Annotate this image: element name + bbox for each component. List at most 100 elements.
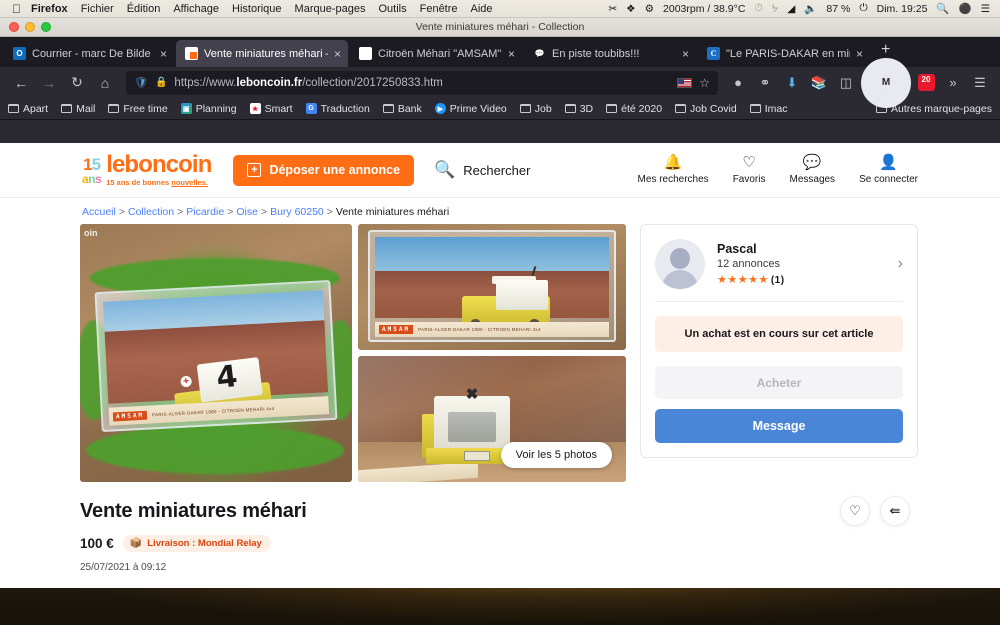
- breadcrumb-accueil[interactable]: Accueil: [82, 206, 116, 218]
- notification-center-icon[interactable]: ☰: [981, 3, 990, 15]
- search-button[interactable]: 🔍 Rechercher: [434, 160, 530, 180]
- bluetooth-icon[interactable]: ᔭ: [772, 3, 779, 15]
- sensor-reading[interactable]: 2003rpm / 38.9°C: [663, 3, 745, 15]
- battery-percent[interactable]: 87 %: [826, 3, 850, 15]
- reload-button[interactable]: ↻: [64, 70, 90, 96]
- translate-icon: G: [305, 103, 317, 114]
- bookmark-imac[interactable]: Imac: [749, 103, 788, 115]
- tab-en-piste-toubibs[interactable]: 💬 En piste toubibs!!! ×: [524, 40, 696, 67]
- folder-icon: [749, 104, 761, 113]
- nav-favoris[interactable]: ♡ Favoris: [733, 155, 766, 185]
- message-button[interactable]: Message: [655, 409, 903, 443]
- apple-menu-icon[interactable]: : [12, 3, 21, 15]
- home-button[interactable]: ⌂: [92, 70, 118, 96]
- tab-label: Courrier - marc De Bilde - Outlo: [32, 47, 154, 60]
- adblock-icon[interactable]: 20: [914, 71, 938, 95]
- folder-icon: [675, 104, 687, 113]
- bookmark-smart[interactable]: ★ Smart: [249, 103, 293, 115]
- menu-item-historique[interactable]: Historique: [232, 3, 282, 15]
- siri-icon[interactable]: ⚫: [959, 2, 972, 15]
- see-all-photos-button[interactable]: Voir les 5 photos: [500, 442, 612, 468]
- favorite-button[interactable]: ♡: [840, 496, 870, 526]
- extension-icon[interactable]: ●: [726, 71, 750, 95]
- main-photo[interactable]: + 4 AMSAM PARIS-ALGER-DAKAR 1980 - CITRO…: [80, 224, 352, 482]
- bookmark-free-time[interactable]: Free time: [108, 103, 168, 115]
- downloads-icon[interactable]: ⬇: [780, 71, 804, 95]
- menu-item-edition[interactable]: Édition: [127, 3, 161, 15]
- volume-icon[interactable]: 🔈: [804, 2, 817, 15]
- close-tab-icon[interactable]: ×: [160, 48, 167, 60]
- timemachine-icon[interactable]: ⏱: [754, 2, 762, 15]
- breadcrumb-collection[interactable]: Collection: [128, 206, 174, 218]
- spotlight-search-icon[interactable]: 🔍: [936, 2, 949, 15]
- nav-mes-recherches[interactable]: 🔔 Mes recherches: [638, 155, 709, 185]
- post-ad-button[interactable]: + Déposer une annonce: [233, 154, 415, 186]
- site-icon: ★: [249, 103, 261, 114]
- menu-item-fenetre[interactable]: Fenêtre: [420, 3, 458, 15]
- divider: [655, 301, 903, 302]
- clock[interactable]: Dim. 19:25: [877, 3, 928, 15]
- buy-button[interactable]: Acheter: [655, 366, 903, 399]
- thumbnail-photo-2[interactable]: AMSAM PARIS-ALGER-DAKAR 1980 - CITROEN M…: [358, 224, 626, 350]
- menu-item-outils[interactable]: Outils: [378, 3, 406, 15]
- bookmark-prime-video[interactable]: ▶ Prime Video: [434, 103, 507, 115]
- breadcrumb-oise[interactable]: Oise: [236, 206, 258, 218]
- nav-se-connecter[interactable]: 👤 Se connecter: [859, 155, 918, 185]
- us-flag-icon[interactable]: [677, 77, 693, 88]
- share-button[interactable]: ⇚: [880, 496, 910, 526]
- bookmark-mail[interactable]: Mail: [61, 103, 95, 115]
- seller-summary[interactable]: Pascal 12 annonces ★★★★★ (1) ›: [641, 225, 917, 301]
- bookmark-traduction[interactable]: G Traduction: [305, 103, 370, 115]
- window-title: Vente miniatures méhari - Collection: [415, 21, 585, 33]
- search-icon: 🔍: [434, 160, 456, 179]
- breadcrumb-bury[interactable]: Bury 60250: [270, 206, 324, 218]
- overflow-menu-icon[interactable]: »: [941, 71, 965, 95]
- fan-control-icon[interactable]: ⚙: [645, 3, 654, 15]
- url-bar[interactable]: 🛡 🔒 https://www.leboncoin.fr/collection/…: [126, 70, 718, 95]
- leboncoin-logo[interactable]: 15 ans leboncoin 15 ans de bonnes nouvel…: [82, 153, 212, 187]
- menu-item-fichier[interactable]: Fichier: [81, 3, 114, 15]
- car-roof-strap: ✖: [465, 386, 479, 403]
- flycut-icon[interactable]: ✂: [608, 3, 617, 15]
- menu-item-marque-pages[interactable]: Marque-pages: [295, 3, 366, 15]
- bookmark-apart[interactable]: Apart: [8, 103, 48, 115]
- shipping-badge: 📦 Livraison : Mondial Relay: [122, 535, 271, 552]
- battery-icon[interactable]: ⏻: [859, 2, 867, 15]
- app-menu-icon[interactable]: ☰: [968, 71, 992, 95]
- nav-messages[interactable]: 💬 Messages: [789, 155, 835, 185]
- menu-item-affichage[interactable]: Affichage: [173, 3, 219, 15]
- thumbnail-photo-3[interactable]: ✖ Voir les 5 photos: [358, 356, 626, 482]
- chevron-right-icon[interactable]: ›: [898, 255, 903, 273]
- tab-google-mehari[interactable]: G Citroën Méhari "AMSAM" minia ×: [350, 40, 522, 67]
- bookmark-star-icon[interactable]: ☆: [699, 76, 710, 90]
- forward-button[interactable]: →: [36, 70, 62, 96]
- menu-item-firefox[interactable]: Firefox: [31, 3, 68, 15]
- bookmark-planning[interactable]: ▣ Planning: [180, 103, 237, 115]
- breadcrumb-separator: >: [227, 206, 234, 218]
- bookmark-bank[interactable]: Bank: [382, 103, 422, 115]
- breadcrumb-picardie[interactable]: Picardie: [186, 206, 224, 218]
- sidebar-icon[interactable]: ◫: [834, 71, 858, 95]
- tab-leboncoin[interactable]: Vente miniatures méhari – Collec ×: [176, 40, 348, 67]
- logo-wordmark: leboncoin 15 ans de bonnes nouvelles.: [106, 153, 212, 187]
- close-tab-icon[interactable]: ×: [508, 48, 515, 60]
- wifi-icon[interactable]: ◢: [787, 3, 795, 15]
- bookmark-3d[interactable]: 3D: [564, 103, 593, 115]
- bookmark-ete-2020[interactable]: été 2020: [606, 103, 662, 115]
- avatar-head: [670, 248, 690, 269]
- account-avatar[interactable]: M: [861, 57, 911, 108]
- close-tab-icon[interactable]: ×: [334, 48, 341, 60]
- library-icon[interactable]: 📚: [807, 71, 831, 95]
- bookmark-job-covid[interactable]: Job Covid: [675, 103, 737, 115]
- pocket-icon[interactable]: ⚭: [753, 71, 777, 95]
- heart-icon: ♡: [742, 154, 756, 171]
- dropbox-icon[interactable]: ❖: [626, 3, 635, 15]
- lock-icon[interactable]: 🔒: [155, 77, 167, 88]
- close-tab-icon[interactable]: ×: [682, 48, 689, 60]
- tracking-protection-icon[interactable]: 🛡: [134, 76, 148, 89]
- bookmark-job[interactable]: Job: [519, 103, 552, 115]
- menu-item-aide[interactable]: Aide: [471, 3, 493, 15]
- tab-outlook[interactable]: O Courrier - marc De Bilde - Outlo ×: [4, 40, 174, 67]
- back-button[interactable]: ←: [8, 70, 34, 96]
- macos-menubar:  Firefox Fichier Édition Affichage Hist…: [0, 0, 1000, 18]
